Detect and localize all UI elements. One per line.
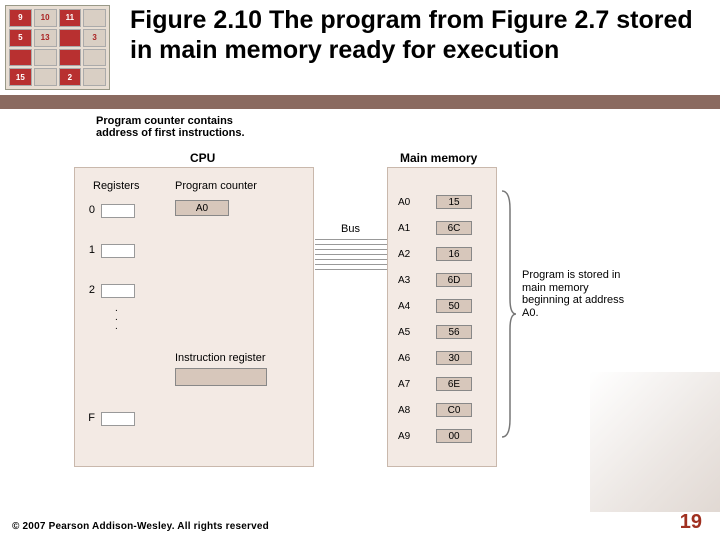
memory-row: A4 50 (388, 294, 496, 318)
memory-address: A2 (388, 249, 424, 260)
thumb-tile (83, 68, 106, 86)
register-index: 1 (81, 244, 95, 256)
memory-address: A4 (388, 301, 424, 312)
memory-row: A8 C0 (388, 398, 496, 422)
thumb-tile (83, 49, 106, 67)
memory-cell: 6C (436, 221, 472, 235)
thumb-tile (34, 49, 57, 67)
instruction-register-label: Instruction register (175, 352, 265, 364)
slide-header: 91011 513 3 15 2 Figure 2.10 The program fro… (0, 0, 720, 95)
thumb-tile: 13 (34, 29, 57, 47)
thumb-tile: 5 (9, 29, 32, 47)
thumb-tile (59, 29, 82, 47)
thumb-tile: 11 (59, 9, 82, 27)
memory-box: A0 15 A1 6C A2 16 A3 6D A4 50 A5 56 A6 30 A7 6E A8 C0 A9 00 (387, 167, 497, 467)
bus-lines (315, 239, 387, 273)
note-memory: Program is stored in main memory beginni… (522, 269, 632, 320)
memory-row: A0 15 (388, 190, 496, 214)
thumb-tile (9, 49, 32, 67)
diagram: Program counter contains address of firs… (0, 109, 720, 489)
memory-address: A8 (388, 405, 424, 416)
memory-row: A1 6C (388, 216, 496, 240)
memory-cell: 56 (436, 325, 472, 339)
cpu-label: CPU (190, 151, 215, 165)
memory-address: A7 (388, 379, 424, 390)
memory-cell: 00 (436, 429, 472, 443)
thumbnail-graphic: 91011 513 3 15 2 (5, 5, 110, 90)
instruction-register-box (175, 368, 267, 386)
thumb-tile: 9 (9, 9, 32, 27)
note-program-counter: Program counter contains address of firs… (96, 115, 245, 139)
thumb-tile (34, 68, 57, 86)
bus: Bus (315, 229, 387, 279)
copyright-footer: © 2007 Pearson Addison-Wesley. All right… (12, 521, 269, 532)
registers-label: Registers (93, 180, 139, 192)
memory-cell: 50 (436, 299, 472, 313)
ellipsis: ... (115, 304, 118, 331)
memory-row: A2 16 (388, 242, 496, 266)
memory-row: A7 6E (388, 372, 496, 396)
thumb-tile (83, 9, 106, 27)
register-index: F (81, 412, 95, 424)
register-box (101, 412, 135, 426)
register-box (101, 244, 135, 258)
register-box (101, 204, 135, 218)
program-counter-box: A0 (175, 200, 229, 216)
register-index: 2 (81, 284, 95, 296)
register-box (101, 284, 135, 298)
thumb-tile: 3 (83, 29, 106, 47)
memory-address: A9 (388, 431, 424, 442)
memory-address: A3 (388, 275, 424, 286)
register-index: 0 (81, 204, 95, 216)
program-counter-label: Program counter (175, 180, 257, 192)
memory-row: A9 00 (388, 424, 496, 448)
thumb-tile (59, 49, 82, 67)
memory-address: A6 (388, 353, 424, 364)
thumb-tile: 10 (34, 9, 57, 27)
memory-address: A0 (388, 197, 424, 208)
cpu-box: Registers Program counter A0 0 1 2 ... F… (74, 167, 314, 467)
memory-address: A5 (388, 327, 424, 338)
memory-cell: C0 (436, 403, 472, 417)
memory-cell: 6D (436, 273, 472, 287)
memory-cell: 30 (436, 351, 472, 365)
memory-row: A3 6D (388, 268, 496, 292)
divider-bar (0, 95, 720, 109)
memory-row: A6 30 (388, 346, 496, 370)
bus-label: Bus (341, 223, 360, 235)
memory-cell: 16 (436, 247, 472, 261)
memory-cell: 15 (436, 195, 472, 209)
memory-cell: 6E (436, 377, 472, 391)
thumb-tile: 2 (59, 68, 82, 86)
slide-number: 19 (680, 511, 702, 534)
thumb-tile: 15 (9, 68, 32, 86)
memory-row: A5 56 (388, 320, 496, 344)
main-memory-label: Main memory (400, 151, 477, 165)
memory-address: A1 (388, 223, 424, 234)
slide-title: Figure 2.10 The program from Figure 2.7 … (110, 5, 710, 65)
brace-icon (500, 189, 518, 439)
